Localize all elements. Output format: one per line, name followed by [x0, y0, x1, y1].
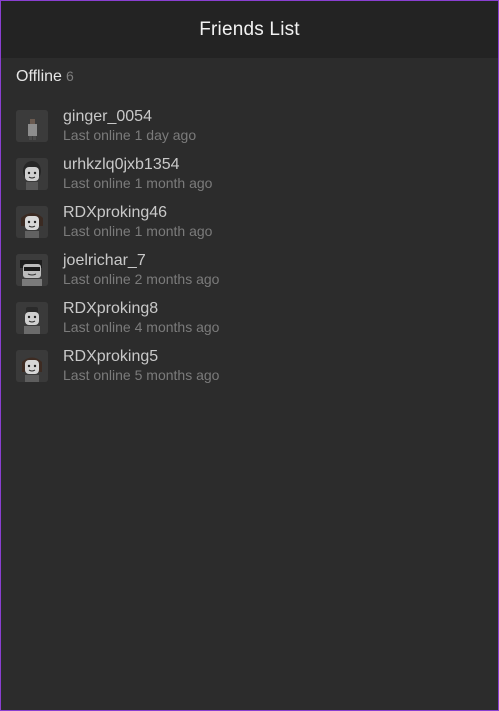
avatar[interactable] [16, 110, 48, 142]
friend-row[interactable]: urhkzlq0jxb1354 Last online 1 month ago [1, 150, 498, 198]
friend-name[interactable]: ginger_0054 [63, 108, 196, 126]
friend-name[interactable]: RDXproking5 [63, 348, 219, 366]
friend-status: Last online 1 month ago [63, 175, 213, 191]
friend-status: Last online 4 months ago [63, 319, 220, 335]
friend-status: Last online 1 day ago [63, 127, 197, 143]
friend-status: Last online 2 months ago [63, 271, 220, 287]
avatar[interactable] [16, 206, 48, 238]
friend-name[interactable]: joelrichar_7 [63, 252, 219, 270]
friends-panel: Friends List Offline 6 ginger_0054 Last o… [0, 0, 499, 711]
avatar-rdx46-image [16, 206, 48, 238]
friend-row[interactable]: RDXproking5 Last online 5 months ago [1, 342, 498, 390]
section-count: 6 [65, 68, 74, 84]
avatar-rdx5-image [16, 350, 48, 382]
offline-section-heading: Offline 6 [1, 58, 498, 92]
avatar-urhkzlq-image [16, 158, 48, 190]
avatar-rdx8-image [16, 302, 48, 334]
avatar-ginger-image [16, 110, 48, 142]
friend-name[interactable]: RDXproking46 [63, 204, 212, 222]
friend-name[interactable]: urhkzlq0jxb1354 [63, 156, 212, 174]
friend-row[interactable]: RDXproking8 Last online 4 months ago [1, 294, 498, 342]
friend-status: Last online 1 month ago [63, 223, 213, 239]
avatar-joel-image [16, 254, 48, 286]
avatar[interactable] [16, 254, 48, 286]
friend-name[interactable]: RDXproking8 [63, 300, 219, 318]
avatar[interactable] [16, 350, 48, 382]
friend-row[interactable]: RDXproking46 Last online 1 month ago [1, 198, 498, 246]
header-bar: Friends List [1, 1, 498, 58]
section-label: Offline [16, 68, 62, 85]
page-title: Friends List [199, 18, 300, 40]
friend-row[interactable]: ginger_0054 Last online 1 day ago [1, 102, 498, 150]
avatar[interactable] [16, 158, 48, 190]
avatar[interactable] [16, 302, 48, 334]
friend-row[interactable]: joelrichar_7 Last online 2 months ago [1, 246, 498, 294]
friend-status: Last online 5 months ago [63, 367, 220, 383]
friend-list: ginger_0054 Last online 1 day ago urhkzl… [1, 102, 498, 390]
